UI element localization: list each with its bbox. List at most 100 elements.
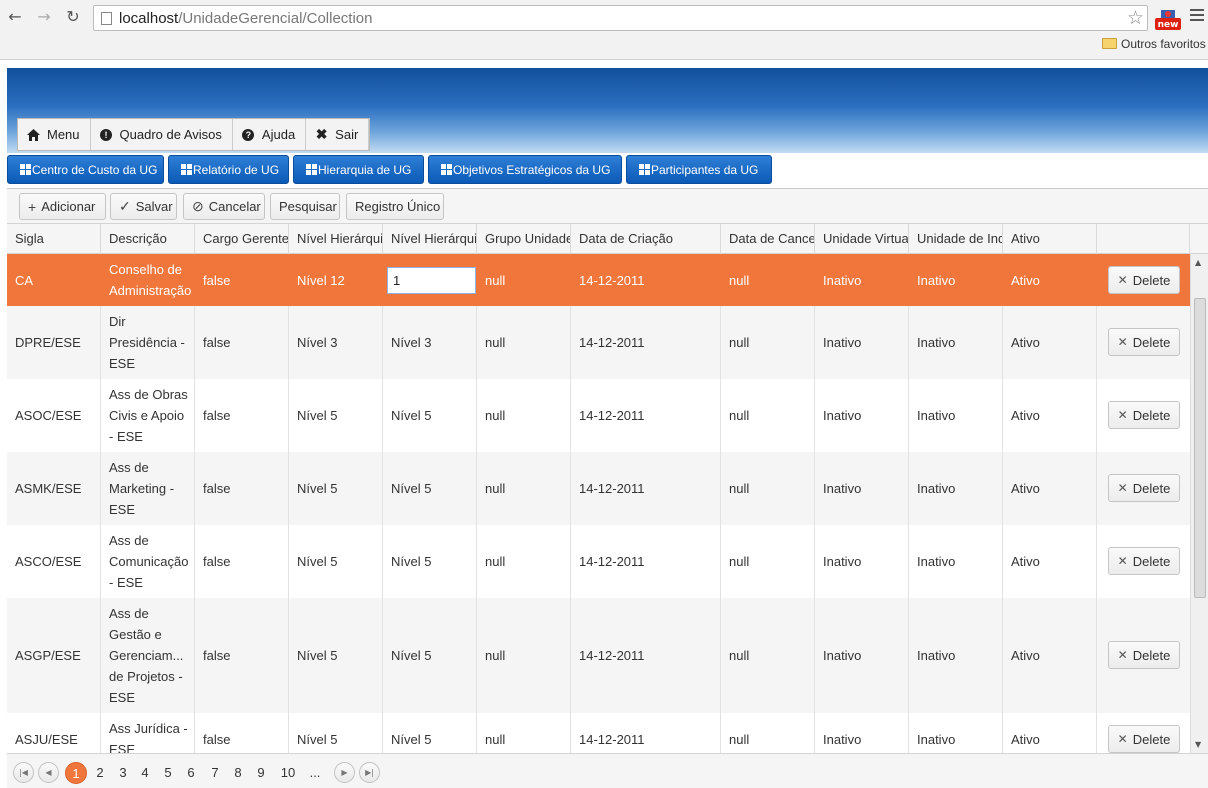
page-number[interactable]: 2 [89, 762, 111, 784]
menu-item-ajuda[interactable]: ? Ajuda [233, 119, 307, 150]
menu-item-sair[interactable]: ✖ Sair [306, 119, 370, 150]
delete-button[interactable]: ✕ Delete [1108, 401, 1180, 429]
table-row[interactable]: ASGP/ESE Ass de Gestão e Gerenciam... de… [7, 598, 1190, 713]
page-number[interactable]: 9 [250, 762, 272, 784]
menu-item-label: Ajuda [261, 127, 296, 142]
column-header-nivel-hierarquico[interactable]: Nível Hierárquico [289, 224, 383, 254]
column-header-grupo-unidade[interactable]: Grupo Unidade [477, 224, 571, 254]
scroll-up-arrow-icon[interactable]: ▲ [1195, 258, 1201, 267]
column-header-data-criacao[interactable]: Data de Criação [571, 224, 721, 254]
close-x-icon: ✖ [315, 126, 328, 142]
cell-grupo-unidade: null [477, 525, 571, 598]
table-row[interactable]: ASCO/ESE Ass de Comunicação - ESE false … [7, 525, 1190, 598]
previous-page-icon[interactable]: ◀ [38, 762, 59, 783]
page-number[interactable]: 3 [112, 762, 134, 784]
add-button[interactable]: + Adicionar [19, 193, 106, 220]
menu-item-menu[interactable]: Menu [18, 119, 91, 150]
tab-centro-de-custo[interactable]: Centro de Custo da UG [7, 155, 164, 184]
tab-hierarquia[interactable]: Hierarquia de UG [293, 155, 424, 184]
tab-relatorio[interactable]: Relatório de UG [168, 155, 289, 184]
pager: |◀ ◀ 1 2 3 4 5 6 7 8 9 10 ... ▶ ▶| [7, 753, 1208, 788]
add-label: Adicionar [41, 199, 96, 214]
cancel-button[interactable]: ⊘ Cancelar [183, 193, 265, 220]
exclamation-circle-icon: ! [100, 128, 113, 141]
table-row[interactable]: CA Conselho de Administração false Nível… [7, 254, 1190, 306]
next-page-icon[interactable]: ▶ [334, 762, 355, 783]
menu-item-label: Menu [47, 127, 80, 142]
single-record-button[interactable]: Registro Único [346, 193, 444, 220]
cell-data-cancelamento: null [721, 525, 815, 598]
table-row[interactable]: ASOC/ESE Ass de Obras Civis e Apoio - ES… [7, 379, 1190, 452]
menu-item-quadro-de-avisos[interactable]: ! Quadro de Avisos [91, 119, 233, 150]
tab-label: Objetivos Estratégicos da UG [453, 162, 611, 177]
cell-data-criacao: 14-12-2011 [571, 598, 721, 713]
back-arrow-icon[interactable]: ← [4, 6, 26, 28]
delete-button[interactable]: ✕ Delete [1108, 266, 1180, 294]
extension-new-icon[interactable]: new [1155, 8, 1181, 30]
check-icon: ✓ [119, 198, 131, 214]
delete-button[interactable]: ✕ Delete [1108, 328, 1180, 356]
search-button[interactable]: Pesquisar [270, 193, 340, 220]
delete-button[interactable]: ✕ Delete [1108, 641, 1180, 669]
page-number[interactable]: 6 [180, 762, 202, 784]
column-header-cargo-gerente[interactable]: Cargo Gerente [195, 224, 289, 254]
tab-objetivos-estrategicos[interactable]: Objetivos Estratégicos da UG [428, 155, 622, 184]
first-page-icon[interactable]: |◀ [13, 762, 34, 783]
save-button[interactable]: ✓ Salvar [110, 193, 177, 220]
cell-ativo: Ativo [1003, 306, 1097, 379]
column-header-actions [1097, 224, 1190, 254]
delete-label: Delete [1132, 272, 1171, 288]
column-header-ativo[interactable]: Ativo [1003, 224, 1097, 254]
page-more[interactable]: ... [304, 762, 326, 784]
bookmarks-folder[interactable]: Outros favoritos [1102, 37, 1206, 51]
page-number[interactable]: 7 [204, 762, 226, 784]
cell-sigla: ASGP/ESE [7, 598, 101, 713]
vertical-scrollbar[interactable]: ▲ ▼ [1190, 254, 1208, 753]
table-row[interactable]: ASMK/ESE Ass de Marketing - ESE false Ní… [7, 452, 1190, 525]
nivel-hierarquico-edit-input[interactable]: 1 [387, 266, 476, 294]
grid-icon [639, 164, 650, 175]
address-bar[interactable]: localhost/UnidadeGerencial/Collection ☆ [93, 5, 1148, 31]
browser-menu-icon[interactable] [1190, 9, 1204, 24]
url-path: /UnidadeGerencial/Collection [178, 10, 373, 27]
tab-participantes[interactable]: Participantes da UG [626, 155, 772, 184]
cell-grupo-unidade: null [485, 272, 506, 288]
cell-descricao: Ass Jurídica - ESE [101, 713, 195, 753]
page-number[interactable]: 8 [227, 762, 249, 784]
cell-ativo: Ativo [1003, 525, 1097, 598]
bookmark-star-icon[interactable]: ☆ [1127, 7, 1144, 29]
page-number-current[interactable]: 1 [65, 762, 87, 784]
cell-sigla: DPRE/ESE [7, 306, 101, 379]
column-header-descricao[interactable]: Descrição [101, 224, 195, 254]
column-header-unidade-virtual[interactable]: Unidade Virtual [815, 224, 909, 254]
delete-button[interactable]: ✕ Delete [1108, 725, 1180, 753]
reload-icon[interactable]: ↻ [62, 6, 84, 28]
column-header-unidade-indicador[interactable]: Unidade de Indicador [909, 224, 1003, 254]
page-number[interactable]: 4 [134, 762, 156, 784]
column-header-nivel-hierarquico-2[interactable]: Nível Hierárquico [383, 224, 477, 254]
page-number[interactable]: 10 [277, 762, 299, 784]
cell-unidade-indicador: Inativo [909, 598, 1003, 713]
cell-nivel-hierarquico: Nível 5 [289, 452, 383, 525]
cancel-label: Cancelar [208, 199, 261, 214]
close-icon: ✕ [1117, 648, 1128, 662]
table-row[interactable]: ASJU/ESE Ass Jurídica - ESE false Nível … [7, 713, 1190, 753]
table-row[interactable]: DPRE/ESE Dir Presidência - ESE false Nív… [7, 306, 1190, 379]
scroll-down-arrow-icon[interactable]: ▼ [1195, 740, 1201, 749]
column-header-data-cancelamento[interactable]: Data de Cancelamento [721, 224, 815, 254]
forward-arrow-icon[interactable]: → [33, 6, 55, 28]
page-number[interactable]: 5 [157, 762, 179, 784]
cell-unidade-virtual: Inativo [815, 306, 909, 379]
column-header-sigla[interactable]: Sigla [7, 224, 101, 254]
delete-button[interactable]: ✕ Delete [1108, 547, 1180, 575]
cell-unidade-virtual: Inativo [815, 452, 909, 525]
entity-tab-bar: Centro de Custo da UG Relatório de UG Hi… [7, 155, 776, 184]
delete-button[interactable]: ✕ Delete [1108, 474, 1180, 502]
cell-unidade-virtual: Inativo [815, 379, 909, 452]
scrollbar-thumb[interactable] [1194, 298, 1206, 598]
cell-data-cancelamento: null [721, 379, 815, 452]
delete-label: Delete [1132, 731, 1171, 747]
cell-grupo-unidade: null [477, 598, 571, 713]
cell-data-criacao: 14-12-2011 [571, 306, 721, 379]
last-page-icon[interactable]: ▶| [359, 762, 380, 783]
